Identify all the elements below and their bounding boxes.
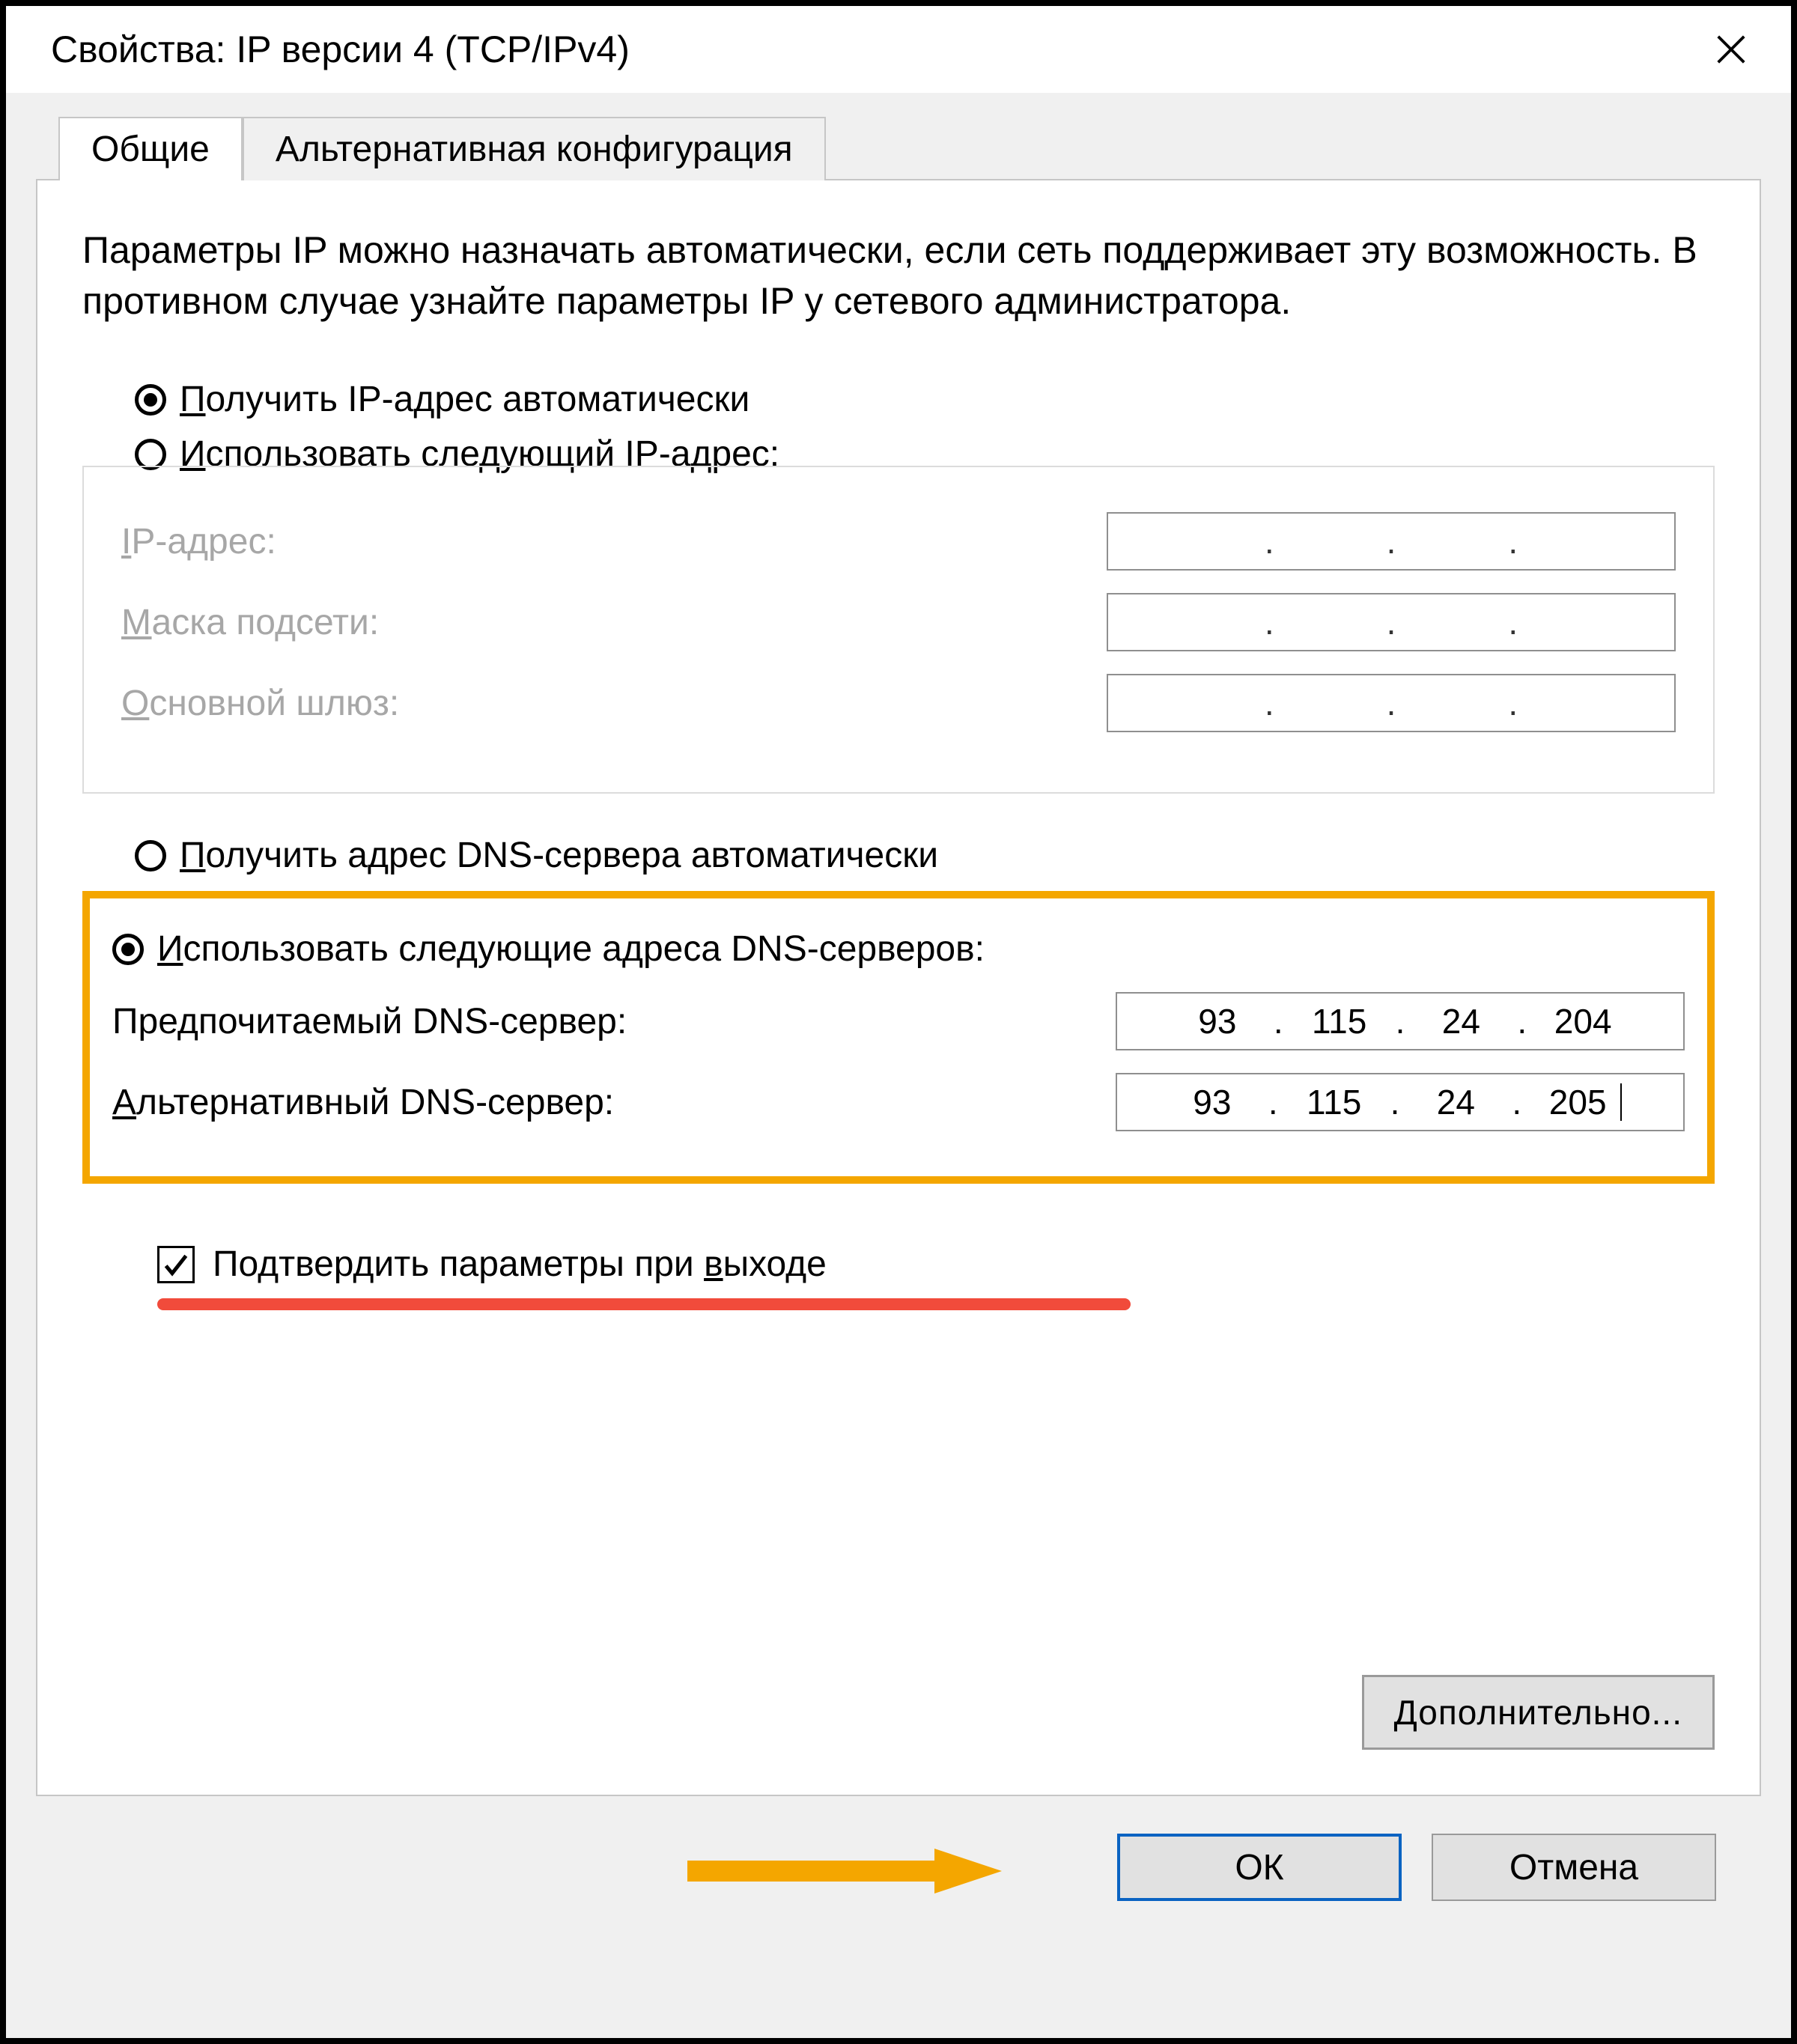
advanced-button[interactable]: Дополнительно...: [1362, 1675, 1715, 1750]
radio-ip-auto[interactable]: [135, 384, 166, 416]
radio-ip-auto-label: Получить IP-адрес автоматически: [180, 379, 749, 420]
cancel-button[interactable]: Отмена: [1432, 1834, 1716, 1901]
text-caret: [1620, 1083, 1622, 1121]
dialog-footer: ОК Отмена: [36, 1796, 1761, 1901]
label-subnet-mask: Маска подсети:: [121, 602, 379, 643]
dialog-body: Общие Альтернативная конфигурация Параме…: [6, 93, 1791, 1931]
radio-dns-manual-label: Использовать следующие адреса DNS-сервер…: [157, 928, 985, 970]
radio-dns-manual-row[interactable]: Использовать следующие адреса DNS-сервер…: [112, 928, 1685, 970]
annotation-red-underline: [157, 1298, 1131, 1310]
ok-button[interactable]: ОК: [1117, 1834, 1402, 1901]
tabpage-general: Параметры IP можно назначать автоматичес…: [36, 179, 1761, 1796]
input-gateway: ...: [1107, 674, 1676, 732]
annotation-dns-highlight: Использовать следующие адреса DNS-сервер…: [82, 891, 1715, 1184]
row-dns-preferred: Предпочитаемый DNS-сервер: 93. 115. 24. …: [112, 992, 1685, 1050]
radio-dns-manual[interactable]: [112, 934, 144, 965]
checkbox-validate-row[interactable]: Подтвердить параметры при выходе: [157, 1244, 1715, 1285]
window-title: Свойства: IP версии 4 (TCP/IPv4): [51, 28, 630, 71]
label-gateway: Основной шлюз:: [121, 683, 399, 724]
radio-dns-auto[interactable]: [135, 840, 166, 872]
tab-general[interactable]: Общие: [58, 117, 243, 180]
title-bar: Свойства: IP версии 4 (TCP/IPv4): [6, 6, 1791, 93]
row-gateway: Основной шлюз: ...: [121, 674, 1676, 732]
row-ip-address: IP-адрес: ...: [121, 512, 1676, 571]
checkbox-validate[interactable]: [157, 1246, 195, 1283]
input-ip-address: ...: [1107, 512, 1676, 571]
annotation-arrow: [687, 1849, 1002, 1894]
input-dns-alt[interactable]: 93. 115. 24. 205: [1116, 1073, 1685, 1131]
radio-dns-auto-row[interactable]: Получить адрес DNS-сервера автоматически: [135, 835, 1715, 876]
row-dns-alt: Альтернативный DNS-сервер: 93. 115. 24. …: [112, 1073, 1685, 1131]
checkbox-validate-label: Подтвердить параметры при выходе: [213, 1244, 827, 1285]
row-subnet-mask: Маска подсети: ...: [121, 593, 1676, 651]
input-subnet-mask: ...: [1107, 593, 1676, 651]
radio-ip-auto-row[interactable]: Получить IP-адрес автоматически: [135, 379, 1715, 420]
close-button[interactable]: [1701, 19, 1761, 79]
tab-alternate-config[interactable]: Альтернативная конфигурация: [243, 117, 826, 180]
label-dns-preferred: Предпочитаемый DNS-сервер:: [112, 1001, 627, 1042]
checkmark-icon: [161, 1250, 191, 1280]
label-ip-address: IP-адрес:: [121, 521, 276, 562]
input-dns-preferred[interactable]: 93. 115. 24. 204: [1116, 992, 1685, 1050]
close-icon: [1714, 32, 1748, 67]
group-ip: IP-адрес: ... Маска подсети: ... Основно…: [82, 466, 1715, 794]
label-dns-alt: Альтернативный DNS-сервер:: [112, 1082, 614, 1123]
tab-bar: Общие Альтернативная конфигурация: [58, 115, 1761, 179]
radio-dns-auto-label: Получить адрес DNS-сервера автоматически: [180, 835, 938, 876]
intro-text: Параметры IP можно назначать автоматичес…: [82, 225, 1715, 326]
